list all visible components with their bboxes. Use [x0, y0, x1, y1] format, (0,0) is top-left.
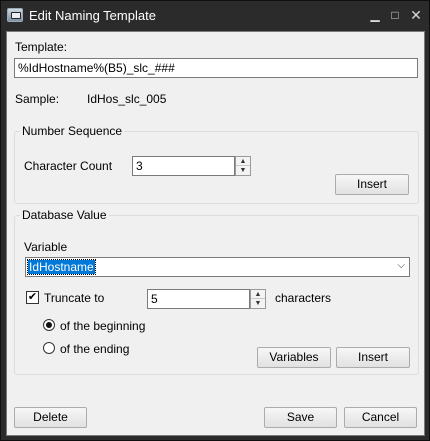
variable-dropdown[interactable]: IdHostname ⌵ [25, 257, 410, 277]
dialog-client-area: Template: %IdHostname%(B5)_slc_### Sampl… [6, 31, 425, 436]
minimize-button[interactable]: ▁ [367, 6, 383, 24]
database-value-insert-button[interactable]: Insert [336, 347, 410, 368]
truncate-spinner[interactable]: 5 ▲ ▼ [147, 289, 267, 309]
number-sequence-insert-button[interactable]: Insert [335, 174, 409, 195]
cancel-label: Cancel [361, 410, 400, 424]
truncate-label: Truncate to [44, 291, 105, 305]
number-sequence-title: Number Sequence [20, 124, 125, 138]
character-count-spinner[interactable]: 3 ▲ ▼ [132, 156, 252, 176]
cancel-button[interactable]: Cancel [344, 407, 417, 428]
database-value-title: Database Value [20, 208, 109, 222]
character-count-label: Character Count [24, 159, 113, 173]
of-beginning-radio[interactable] [43, 319, 55, 331]
sample-label: Sample: [15, 92, 60, 106]
app-icon [7, 8, 23, 22]
spinner-down-icon[interactable]: ▼ [236, 166, 250, 175]
template-input[interactable]: %IdHostname%(B5)_slc_### [14, 58, 418, 78]
of-beginning-label: of the beginning [60, 319, 146, 333]
title-bar[interactable]: Edit Naming Template ▁ □ ✕ [1, 1, 429, 31]
maximize-button[interactable]: □ [387, 6, 403, 24]
save-label: Save [286, 410, 315, 424]
delete-label: Delete [33, 410, 68, 424]
characters-label: characters [275, 291, 332, 305]
character-count-input[interactable]: 3 [132, 156, 235, 176]
spinner-up-icon[interactable]: ▲ [236, 157, 250, 166]
truncate-up-icon[interactable]: ▲ [251, 290, 265, 299]
truncate-checkbox[interactable]: ✔ [26, 291, 39, 304]
of-ending-label: of the ending [60, 342, 130, 356]
template-label: Template: [15, 40, 68, 54]
delete-button[interactable]: Delete [14, 407, 87, 428]
chevron-down-icon[interactable]: ⌵ [397, 260, 405, 271]
variables-button[interactable]: Variables [257, 347, 331, 368]
insert-label: Insert [356, 177, 387, 191]
variable-label: Variable [24, 240, 68, 254]
truncate-input[interactable]: 5 [147, 289, 250, 309]
truncate-spinner-buttons[interactable]: ▲ ▼ [250, 289, 266, 309]
variable-selected-value: IdHostname [27, 259, 96, 275]
edit-naming-template-window: Edit Naming Template ▁ □ ✕ Template: %Id… [0, 0, 430, 441]
of-ending-radio[interactable] [43, 342, 55, 354]
truncate-down-icon[interactable]: ▼ [251, 299, 265, 308]
close-button[interactable]: ✕ [408, 6, 424, 24]
spinner-buttons[interactable]: ▲ ▼ [235, 156, 251, 176]
window-title: Edit Naming Template [29, 8, 156, 23]
sample-value: IdHos_slc_005 [87, 92, 167, 106]
insert-label: Insert [357, 350, 388, 364]
variables-label: Variables [269, 350, 319, 364]
save-button[interactable]: Save [264, 407, 337, 428]
